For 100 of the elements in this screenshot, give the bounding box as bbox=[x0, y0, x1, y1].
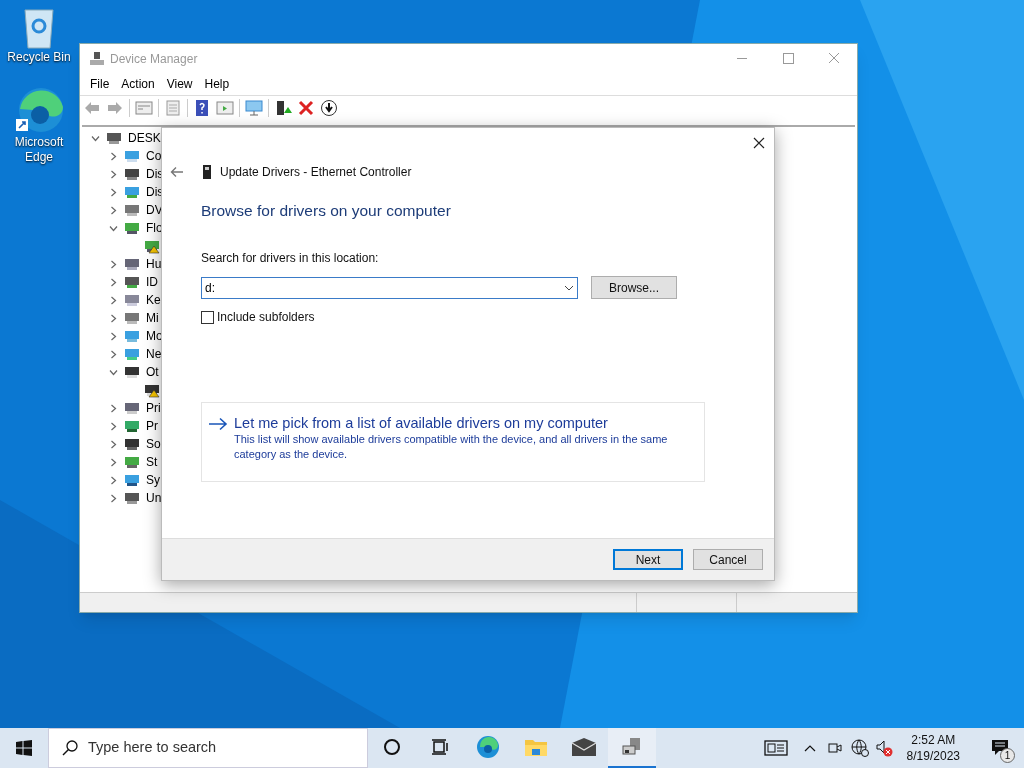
expand-icon[interactable] bbox=[109, 277, 118, 287]
circle-icon bbox=[383, 738, 401, 756]
tree-item[interactable]: Ke bbox=[146, 291, 161, 309]
expand-icon[interactable] bbox=[109, 151, 118, 161]
clock-time[interactable]: 2:52 AM bbox=[911, 732, 956, 748]
device-icon bbox=[124, 400, 140, 416]
search-box[interactable]: Type here to search bbox=[48, 728, 368, 768]
expand-icon[interactable] bbox=[109, 403, 118, 413]
menu-item[interactable]: Action bbox=[115, 75, 161, 93]
expand-icon[interactable] bbox=[109, 421, 118, 431]
dialog-button[interactable]: Cancel bbox=[693, 549, 763, 570]
pick-driver-option[interactable]: Let me pick from a list of available drivers on my computer This list will show available drivers compatible with the device, and all drivers in the same category as the device. bbox=[201, 402, 705, 483]
update-driver-icon[interactable] bbox=[274, 98, 292, 117]
expand-icon[interactable] bbox=[109, 331, 118, 341]
tree-item[interactable]: Un bbox=[146, 489, 162, 507]
tree-item[interactable]: Co bbox=[146, 147, 162, 165]
speaker-muted-icon[interactable] bbox=[874, 739, 893, 757]
checkbox-label[interactable]: Include subfolders bbox=[217, 308, 315, 327]
tree-item[interactable]: Pri bbox=[146, 399, 161, 417]
device-icon bbox=[124, 274, 140, 290]
checkbox[interactable] bbox=[201, 310, 214, 324]
chevron-up-icon[interactable] bbox=[803, 744, 816, 752]
tree-item[interactable]: Ot bbox=[146, 363, 159, 381]
expand-icon[interactable] bbox=[109, 349, 118, 359]
device-icon bbox=[124, 346, 140, 362]
device-icon bbox=[106, 130, 122, 146]
device-manager-icon bbox=[89, 50, 105, 67]
device-icon bbox=[124, 364, 140, 380]
tree-item[interactable]: So bbox=[146, 435, 161, 453]
menu-item[interactable]: View bbox=[160, 75, 199, 93]
camera-icon[interactable] bbox=[827, 740, 842, 756]
device-icon bbox=[124, 256, 140, 272]
collapse-icon[interactable] bbox=[109, 367, 118, 377]
expand-icon[interactable] bbox=[109, 493, 118, 503]
close-icon[interactable] bbox=[752, 136, 766, 150]
download-icon[interactable] bbox=[320, 98, 338, 117]
windows-start-icon[interactable] bbox=[16, 740, 32, 756]
location-combo-box[interactable]: d: bbox=[201, 276, 578, 299]
browse-button[interactable]: Browse... bbox=[591, 276, 677, 300]
tree-item[interactable]: St bbox=[146, 453, 158, 471]
notification-count: 1 bbox=[1000, 748, 1015, 763]
back-arrow-icon[interactable] bbox=[170, 166, 184, 178]
device-icon bbox=[124, 220, 140, 236]
tree-item[interactable]: Pr bbox=[146, 417, 158, 435]
device-icon bbox=[124, 436, 140, 452]
device-icon bbox=[124, 310, 140, 326]
device-icon bbox=[124, 328, 140, 344]
tree-item[interactable]: Sy bbox=[146, 471, 160, 489]
location-input[interactable]: d: bbox=[205, 278, 564, 297]
dialog-button[interactable]: Next bbox=[613, 549, 683, 570]
globe-icon[interactable] bbox=[850, 739, 869, 757]
collapse-icon[interactable] bbox=[109, 223, 118, 233]
expand-icon[interactable] bbox=[109, 475, 118, 485]
desktop-icon-label[interactable]: Microsoft Edge bbox=[4, 135, 74, 165]
view-icon[interactable] bbox=[216, 98, 234, 117]
tree-item[interactable]: Ne bbox=[146, 345, 162, 363]
expand-icon[interactable] bbox=[109, 259, 118, 269]
tree-item[interactable]: DESK bbox=[128, 129, 161, 147]
tree-item[interactable]: Hu bbox=[146, 255, 162, 273]
edge-icon[interactable] bbox=[14, 85, 64, 135]
device-icon bbox=[124, 148, 140, 164]
tree-item[interactable]: Mi bbox=[146, 309, 159, 327]
device-icon bbox=[124, 202, 140, 218]
menu-item[interactable]: File bbox=[84, 75, 116, 93]
desktop-icon-label[interactable]: Recycle Bin bbox=[4, 50, 74, 65]
device-icon bbox=[124, 184, 140, 200]
expand-icon[interactable] bbox=[109, 295, 118, 305]
mail-icon bbox=[571, 737, 597, 757]
edge-icon bbox=[476, 735, 500, 759]
option-description: This list will show available drivers compatible with the device, and all drivers in the same category as the device. bbox=[234, 432, 669, 463]
remove-icon[interactable] bbox=[297, 98, 315, 117]
arrow-icon bbox=[208, 417, 228, 432]
device-icon bbox=[124, 472, 140, 488]
news-icon[interactable] bbox=[763, 740, 788, 756]
clock-date[interactable]: 8/19/2023 bbox=[906, 748, 960, 764]
monitor-icon[interactable] bbox=[245, 98, 263, 117]
expand-icon[interactable] bbox=[109, 439, 118, 449]
location-label: Search for drivers in this location: bbox=[201, 250, 380, 268]
expand-icon[interactable] bbox=[109, 187, 118, 197]
expand-icon[interactable] bbox=[109, 457, 118, 467]
search-icon bbox=[62, 740, 78, 756]
device-icon bbox=[124, 418, 140, 434]
task-view-icon bbox=[431, 738, 449, 756]
device-icon bbox=[124, 490, 140, 506]
dialog-title: Update Drivers - Ethernet Controller bbox=[220, 164, 412, 181]
window-title: Device Manager bbox=[110, 50, 198, 68]
menu-item[interactable]: Help bbox=[198, 75, 236, 93]
tree-item[interactable]: ID bbox=[146, 273, 158, 291]
search-placeholder: Type here to search bbox=[88, 738, 217, 758]
device-icon bbox=[124, 292, 140, 308]
expand-icon[interactable] bbox=[109, 169, 118, 179]
device-icon bbox=[124, 166, 140, 182]
network-device-icon bbox=[202, 164, 212, 180]
option-title: Let me pick from a list of available drivers on my computer bbox=[234, 414, 609, 433]
device-icon bbox=[124, 454, 140, 470]
expand-icon[interactable] bbox=[109, 313, 118, 323]
collapse-icon[interactable] bbox=[91, 133, 100, 143]
dialog-heading: Browse for drivers on your computer bbox=[201, 201, 452, 221]
expand-icon[interactable] bbox=[109, 205, 118, 215]
help-icon[interactable] bbox=[193, 98, 211, 117]
